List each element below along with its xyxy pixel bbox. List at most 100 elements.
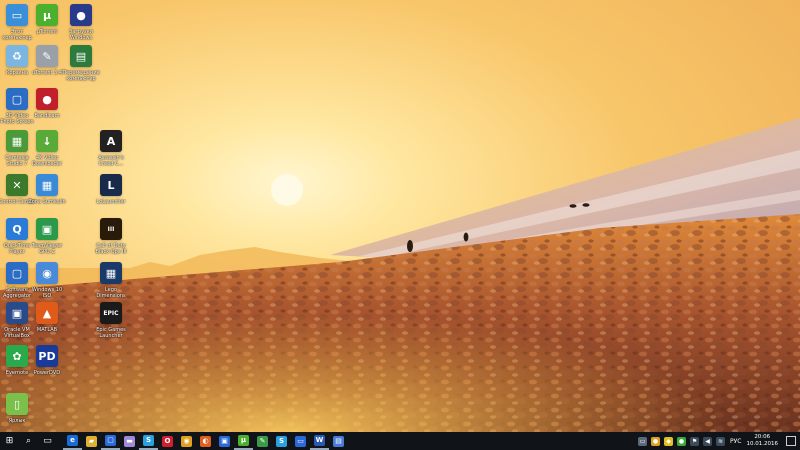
desktop-icon-label: Lego Dimensions [96,287,126,299]
powerdvd-icon: PD [36,345,58,367]
desktop-icon[interactable]: PD PowerDVD [28,345,66,376]
taskbar-apps: ⊞ ⌕ ▭ e ▰ ▢ ▬ S O ◉ ◐ ▣ µ ✎ S ▭ W ▤ [0,432,348,450]
media-app[interactable]: ▬ [120,432,139,450]
explorer-icon: ▰ [86,435,97,447]
bandicam-icon: ● [36,88,58,110]
desktop-icon[interactable]: ▣ TeamViewer GPU-Z [28,218,66,255]
desktop-icon-label: Call of Duty Black Ops III [95,243,127,255]
tray-app-icon[interactable]: ● [677,436,687,446]
assassins-creed-icon: A [100,130,122,152]
clock[interactable]: 20:06 10.01.2016 [747,434,779,448]
desktop-icon-label: MATLAB [36,327,58,333]
virtualbox-icon: ▣ [6,302,28,324]
desktop-icon-label: TeamViewer GPU-Z [31,243,63,255]
desktop-icon[interactable]: ▦ Zona Sumkulin [28,174,66,205]
store-app[interactable]: ▢ [101,432,120,450]
desktop-icon-label: Bandicam [34,113,60,119]
desktop-icon[interactable]: ▦ Lego Dimensions [92,262,130,299]
utorrent-icon: µ [238,434,249,446]
firefox-app[interactable]: ◐ [196,432,215,450]
league-icon: L [100,174,122,196]
skype-icon: S [143,434,154,446]
start-button[interactable]: ⊞ [0,432,19,450]
tray-network-icon[interactable]: ▭ [638,436,648,446]
computer-icon: ▭ [6,4,28,26]
desktop-icon-label: Windows 10 ISO [31,287,63,299]
desktop-icon[interactable]: ▤ Перемещение компьютер [62,45,100,82]
app-window[interactable]: ▣ [215,432,234,450]
desktop-icon[interactable]: ↓ 4K Video Downloader [28,130,66,167]
opera-app[interactable]: O [158,432,177,450]
desktop-icon[interactable]: ▯ Ярлык [0,393,36,424]
desktop-icon[interactable]: ✎ uTorrent 3.4 [28,45,66,76]
evernote-icon: ✿ [6,345,28,367]
skype-app[interactable]: S [139,432,158,450]
settings-icon: ▤ [333,435,344,447]
monitor-icon: ▭ [295,435,306,447]
zona-icon: ▦ [36,174,58,196]
desktop-icon[interactable]: L LoLauncher [92,174,130,205]
skype-icon: S [276,435,287,447]
tray-shield-icon[interactable]: ◆ [664,436,674,446]
desktop-icon[interactable]: ● Загрузки Windows [62,4,100,41]
firefox-icon: ◐ [200,435,211,447]
recycle-bin-icon: ♻ [6,45,28,67]
clock-time: 20:06 [754,434,771,440]
desktop-icon[interactable]: III Call of Duty Black Ops III [92,218,130,255]
clock-date: 10.01.2016 [746,441,779,447]
opera-icon: O [162,435,173,447]
desktop-icon[interactable]: ◉ Windows 10 ISO [28,262,66,299]
control-center-icon: ✕ [6,174,28,196]
desktop[interactable]: ▭ Этот компьютер µ µTorrent ● Загрузки Window… [0,0,800,432]
notepad-app[interactable]: ✎ [253,432,272,450]
edge-app[interactable]: e [63,432,82,450]
language-indicator[interactable]: РУС [730,438,741,445]
desktop-icon-label: 4K Video Downloader [32,155,62,167]
show-desktop-button[interactable] [786,436,796,446]
disc-icon: ◉ [36,262,58,284]
camtasia-icon: ▦ [6,130,28,152]
desktop-icon[interactable]: ▲ MATLAB [28,302,66,333]
desktop-icon-label: Перемещение компьютер [62,70,100,82]
word-icon: W [314,434,325,446]
monitor-app[interactable]: ▭ [291,432,310,450]
desktop-icon-label: Assassin's Creed C... [98,155,124,167]
settings-app[interactable]: ▤ [329,432,348,450]
explorer-app[interactable]: ▰ [82,432,101,450]
edge-icon: e [67,434,78,446]
notepad-icon: ✎ [257,435,268,447]
desktop-icon-label: µTorrent [36,29,58,35]
task-view-icon: ▭ [43,436,52,446]
word-app[interactable]: W [310,432,329,450]
task-view-button[interactable]: ▭ [38,432,57,450]
chrome-app[interactable]: ◉ [177,432,196,450]
desktop-icon-label: Epic Games Launcher [96,327,126,339]
desktop-icon-label: Zona Sumkulin [28,199,66,205]
tray-wifi-icon[interactable]: ≋ [716,436,726,446]
desktop-icon-label: Загрузки Windows [69,29,93,41]
window-icon: ▢ [6,88,28,110]
quicktime-icon: Q [6,218,28,240]
media-icon: ▬ [124,435,135,447]
download-icon: ↓ [36,130,58,152]
utorrent-app[interactable]: µ [234,432,253,450]
chrome-icon: ◉ [181,435,192,447]
tray-icons: ▭ ● ◆ ● ⚑ ◀ ≋ [636,436,727,446]
app-icon: ▢ [6,262,28,284]
skype-app-2[interactable]: S [272,432,291,450]
matlab-icon: ▲ [36,302,58,324]
desktop-icon[interactable]: EPIC Epic Games Launcher [92,302,130,339]
desktop-icon-label: Ярлык [8,418,26,424]
tray-flag-icon[interactable]: ⚑ [690,436,700,446]
folder-icon: ▯ [6,393,28,415]
globe-icon: ● [70,4,92,26]
desktop-icon[interactable]: A Assassin's Creed C... [92,130,130,167]
desktop-icon[interactable]: µ µTorrent [28,4,66,35]
utorrent-icon: µ [36,4,58,26]
search-button[interactable]: ⌕ [19,432,38,450]
taskbar: ⊞ ⌕ ▭ e ▰ ▢ ▬ S O ◉ ◐ ▣ µ ✎ S ▭ W ▤ ▭ ● ◆ ● ⚑ ◀ ≋ РУС 20:06 10.… [0,432,800,450]
tray-volume-icon[interactable]: ◀ [703,436,713,446]
tray-battery-icon[interactable]: ● [651,436,661,446]
start-icon: ⊞ [5,436,14,446]
desktop-icon[interactable]: ● Bandicam [28,88,66,119]
